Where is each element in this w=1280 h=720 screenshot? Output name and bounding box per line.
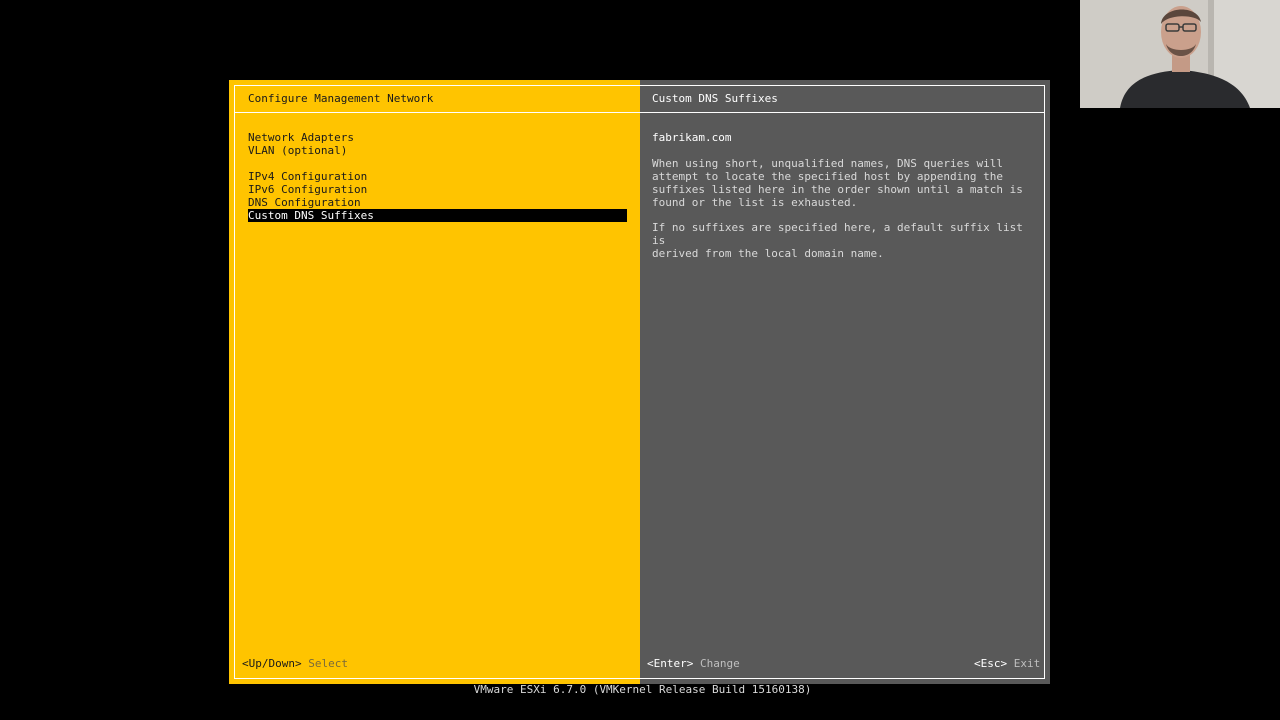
description-paragraph-2: If no suffixes are specified here, a def… <box>652 221 1023 260</box>
menu-item-ipv6-configuration[interactable]: IPv6 Configuration <box>248 183 367 196</box>
description-paragraph-1: When using short, unqualified names, DNS… <box>652 157 1023 209</box>
configure-management-network-panel: Configure Management Network Network Ada… <box>229 80 640 684</box>
left-panel-title: Configure Management Network <box>248 92 434 105</box>
footer-select-hint: <Up/Down> Select <box>242 657 348 670</box>
change-action-label: Change <box>699 657 740 670</box>
esxi-dcui-console: Configure Management Network Network Ada… <box>229 80 1050 684</box>
presenter-video-image <box>1080 0 1280 108</box>
right-title-divider <box>640 112 1045 113</box>
presenter-webcam-overlay <box>1080 0 1280 108</box>
esxi-build-info: VMware ESXi 6.7.0 (VMKernel Release Buil… <box>473 683 812 696</box>
exit-action-label: Exit <box>1013 657 1041 670</box>
menu-item-vlan[interactable]: VLAN (optional) <box>248 144 347 157</box>
enter-key: <Enter> <box>647 657 694 670</box>
dns-suffix-value: fabrikam.com <box>652 131 732 144</box>
right-panel-title: Custom DNS Suffixes <box>652 92 778 105</box>
up-down-key: <Up/Down> <box>242 657 302 670</box>
custom-dns-suffixes-panel: Custom DNS Suffixes fabrikam.com When us… <box>640 80 1050 684</box>
menu-item-network-adapters[interactable]: Network Adapters <box>248 131 354 144</box>
menu-item-dns-configuration[interactable]: DNS Configuration <box>248 196 361 209</box>
menu-item-ipv4-configuration[interactable]: IPv4 Configuration <box>248 170 367 183</box>
footer-change-hint: <Enter> Change <box>647 657 740 670</box>
footer-exit-hint: <Esc> Exit <box>974 657 1040 670</box>
left-title-divider <box>234 112 640 113</box>
esc-key: <Esc> <box>974 657 1008 670</box>
select-action-label: Select <box>308 657 348 670</box>
menu-item-custom-dns-suffixes[interactable]: Custom DNS Suffixes <box>248 209 627 222</box>
